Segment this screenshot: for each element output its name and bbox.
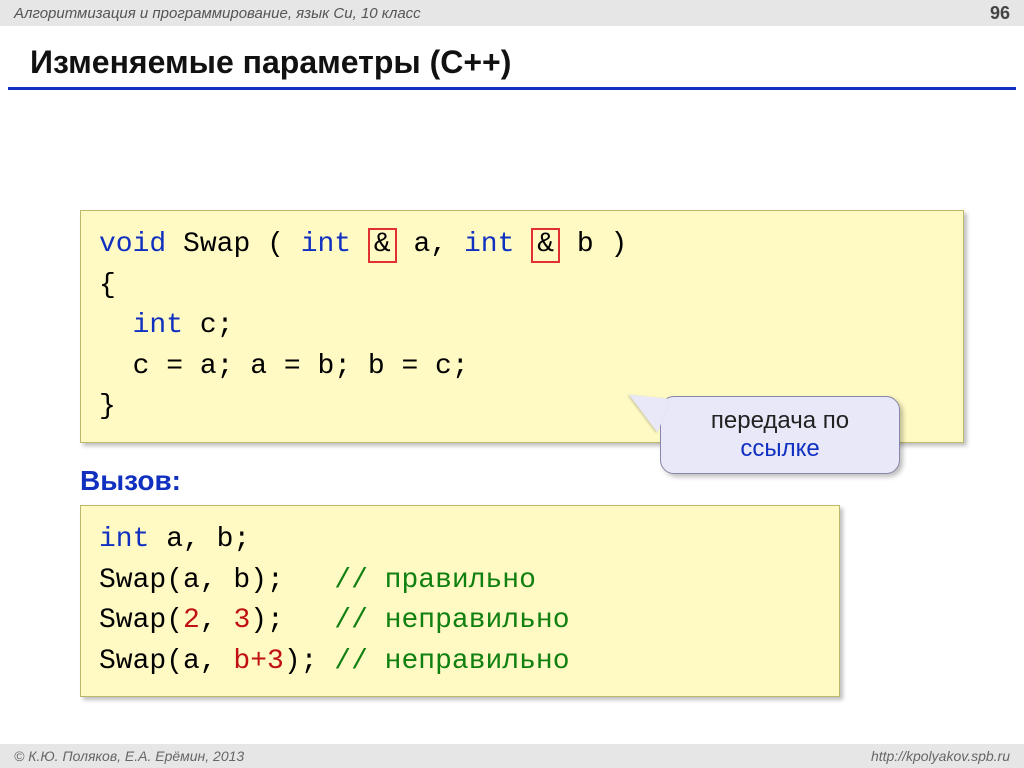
kw-void: void: [99, 229, 166, 260]
code-line: c = a; a = b; b = c;: [99, 347, 945, 388]
ampersand-box: &: [531, 228, 560, 263]
footer-url: http://kpolyakov.spb.ru: [871, 748, 1010, 764]
arg-a: a: [414, 229, 431, 260]
code-line: Swap(a, b+3); // неправильно: [99, 642, 821, 683]
decl-c: c;: [200, 310, 234, 341]
code-block-calls: int a, b; Swap(a, b); // правильно Swap(…: [80, 505, 840, 697]
callout-pass-by-reference: передача по ссылке: [660, 396, 900, 474]
comment-wrong: // неправильно: [334, 646, 569, 677]
pad: [284, 565, 334, 596]
decl-ab: a, b;: [149, 524, 250, 555]
page-number: 96: [990, 3, 1010, 24]
comment-correct: // правильно: [334, 565, 536, 596]
arg-b: b: [577, 229, 594, 260]
mid: ,: [200, 605, 234, 636]
callout-line1: передача по: [683, 407, 877, 435]
code-line: void Swap ( int & a, int & b ): [99, 225, 945, 266]
copyright: © К.Ю. Поляков, Е.А. Ерёмин, 2013: [14, 748, 244, 764]
lit-2: 2: [183, 605, 200, 636]
lit-3: 3: [233, 605, 250, 636]
code-line: {: [99, 266, 945, 307]
kw-int: int: [99, 524, 149, 555]
call-pre: Swap(a,: [99, 646, 233, 677]
kw-int: int: [464, 229, 514, 260]
pad: [284, 605, 334, 636]
pad: [317, 646, 334, 677]
breadcrumb: Алгоритмизация и программирование, язык …: [14, 5, 421, 22]
comma: ,: [430, 229, 447, 260]
footer-bar: © К.Ю. Поляков, Е.А. Ерёмин, 2013 http:/…: [0, 744, 1024, 768]
call-ab: Swap(a, b);: [99, 565, 284, 596]
page-title: Изменяемые параметры (C++): [0, 26, 1024, 85]
kw-int: int: [301, 229, 351, 260]
callout-line2: ссылке: [683, 435, 877, 463]
title-underline: [8, 87, 1016, 90]
paren-open: (: [267, 229, 284, 260]
call-pre: Swap(: [99, 605, 183, 636]
kw-int: int: [133, 310, 183, 341]
code-line: Swap(a, b); // правильно: [99, 561, 821, 602]
code-line: int c;: [99, 306, 945, 347]
code-line: int a, b;: [99, 520, 821, 561]
code-line: Swap(2, 3); // неправильно: [99, 601, 821, 642]
post: );: [284, 646, 318, 677]
content-area: переменные могут изменяться void Swap ( …: [0, 210, 1024, 697]
ampersand-box: &: [368, 228, 397, 263]
paren-close: ): [610, 229, 627, 260]
fn-name: Swap: [183, 229, 250, 260]
post: );: [250, 605, 284, 636]
swap-body: c = a; a = b; b = c;: [133, 351, 469, 382]
header-bar: Алгоритмизация и программирование, язык …: [0, 0, 1024, 26]
comment-wrong: // неправильно: [334, 605, 569, 636]
expr-bplus3: b+3: [233, 646, 283, 677]
